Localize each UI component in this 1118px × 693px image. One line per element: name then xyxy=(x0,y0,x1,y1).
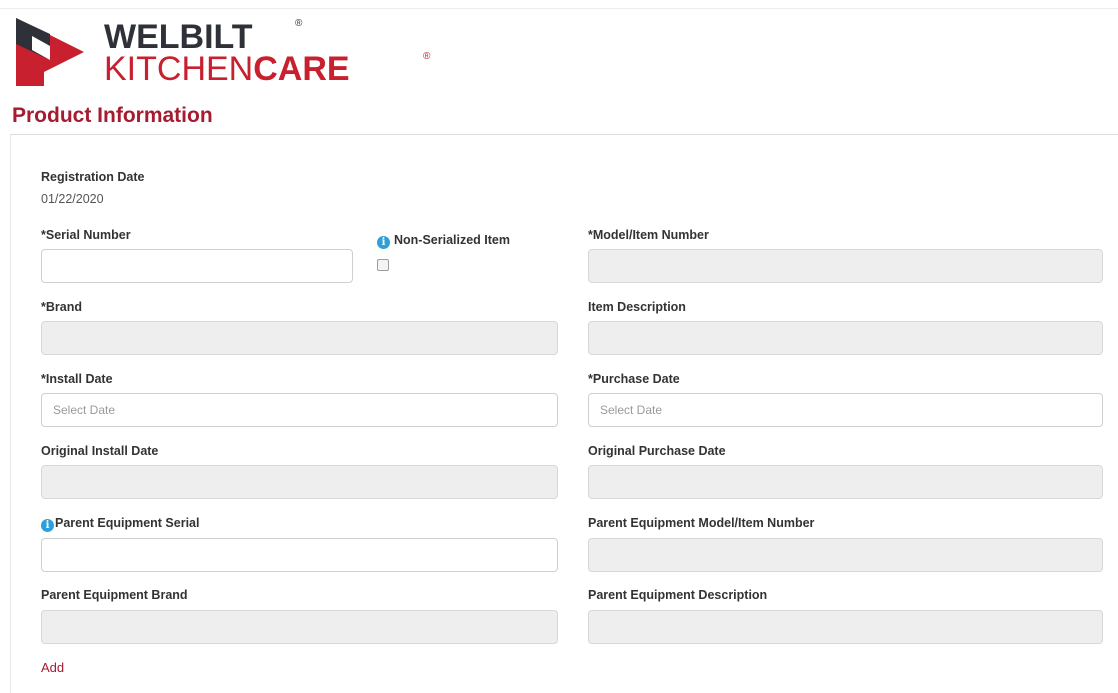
original-purchase-date-label: Original Purchase Date xyxy=(588,444,726,458)
logo-text-care: CARE xyxy=(253,50,350,88)
add-link[interactable]: Add xyxy=(41,660,64,675)
original-install-date-label: Original Install Date xyxy=(41,444,159,458)
install-date-input[interactable] xyxy=(41,393,558,427)
model-number-label: *Model/Item Number xyxy=(588,228,709,242)
non-serialized-item-text: Non-Serialized Item xyxy=(394,233,510,247)
item-description-input[interactable] xyxy=(588,321,1103,355)
purchase-date-label: *Purchase Date xyxy=(588,372,680,386)
parent-equipment-description-input[interactable] xyxy=(588,610,1103,644)
parent-equipment-serial-text: Parent Equipment Serial xyxy=(55,516,200,530)
parent-equipment-serial-input[interactable] xyxy=(41,538,558,572)
non-serialized-item-label: i Non-Serialized Item xyxy=(377,233,510,249)
logo-text-welbilt: WELBILT xyxy=(104,18,253,56)
welbilt-logo-mark-icon xyxy=(16,18,84,86)
info-icon[interactable]: i xyxy=(377,236,390,249)
page: WELBILT ® KITCHENCARE ® Product Informat… xyxy=(0,0,1118,693)
parent-equipment-brand-label: Parent Equipment Brand xyxy=(41,588,188,602)
parent-equipment-model-label: Parent Equipment Model/Item Number xyxy=(588,516,815,530)
welbilt-kitchencare-logo: WELBILT ® KITCHENCARE ® xyxy=(10,14,430,90)
original-purchase-date-input[interactable] xyxy=(588,465,1103,499)
purchase-date-input[interactable] xyxy=(588,393,1103,427)
parent-equipment-model-input[interactable] xyxy=(588,538,1103,572)
section-title: Product Information xyxy=(12,104,213,127)
parent-equipment-brand-input[interactable] xyxy=(41,610,558,644)
serial-number-label: *Serial Number xyxy=(41,228,131,242)
brand-input[interactable] xyxy=(41,321,558,355)
serial-number-input[interactable] xyxy=(41,249,353,283)
registration-date-label: Registration Date xyxy=(41,170,145,184)
install-date-label: *Install Date xyxy=(41,372,113,386)
logo-registered-mark-2: ® xyxy=(423,51,431,62)
logo-text-kitchencare: KITCHENCARE xyxy=(104,52,350,86)
non-serialized-item-checkbox[interactable] xyxy=(377,259,389,271)
brand-label: *Brand xyxy=(41,300,82,314)
registration-date-value: 01/22/2020 xyxy=(41,192,104,206)
original-install-date-input[interactable] xyxy=(41,465,558,499)
top-divider xyxy=(0,8,1118,9)
item-description-label: Item Description xyxy=(588,300,686,314)
logo-text-kitchen: KITCHEN xyxy=(104,50,254,88)
logo-registered-mark: ® xyxy=(295,18,303,29)
parent-equipment-description-label: Parent Equipment Description xyxy=(588,588,768,602)
info-icon[interactable]: i xyxy=(41,519,54,532)
model-number-input[interactable] xyxy=(588,249,1103,283)
parent-equipment-serial-label: i Parent Equipment Serial xyxy=(41,516,199,532)
